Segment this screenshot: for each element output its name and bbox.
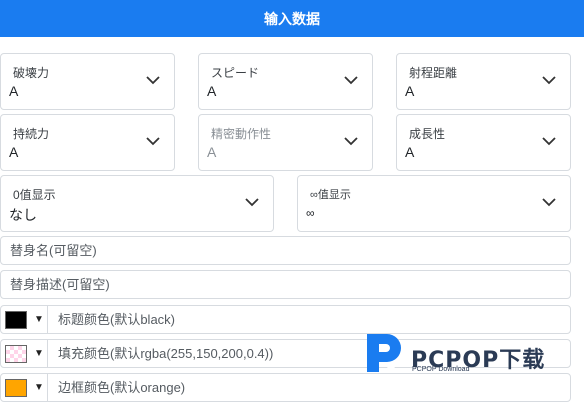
zero-display-select[interactable]: 0值显示 なし [0, 175, 274, 232]
border-color-swatch [5, 378, 27, 397]
title-color-swatch [5, 310, 27, 329]
chevron-down-icon [542, 76, 556, 85]
precision-label: 精密動作性 [211, 127, 272, 141]
infinity-display-label: ∞值显示 [310, 189, 351, 201]
infinity-display-value: ∞ [306, 206, 315, 220]
border-color-field[interactable]: ▼ 边框颜色(默认orange) [0, 373, 571, 402]
destruction-label: 破壊力 [13, 66, 50, 80]
fill-color-label: 填充颜色(默认rgba(255,150,200,0.4)) [58, 346, 274, 361]
destruction-select[interactable]: 破壊力 A [0, 53, 175, 110]
chevron-down-icon [542, 198, 556, 207]
precision-select[interactable]: 精密動作性 A [198, 114, 373, 171]
caret-down-icon: ▼ [34, 314, 44, 325]
stand-description-input[interactable] [0, 270, 571, 299]
zero-display-value: なし [9, 207, 37, 223]
chevron-down-icon [146, 76, 160, 85]
persistence-label: 持続力 [13, 127, 50, 141]
page-header: 输入数据 [0, 0, 584, 37]
chevron-down-icon [344, 137, 358, 146]
fill-color-picker-button[interactable]: ▼ [1, 340, 48, 367]
persistence-select[interactable]: 持続力 A [0, 114, 175, 171]
precision-value: A [207, 144, 217, 160]
range-value: A [405, 83, 415, 99]
chevron-down-icon [344, 76, 358, 85]
pcpop-watermark: PCPOP下载 PCPOP Download [361, 330, 571, 376]
caret-down-icon: ▼ [34, 382, 44, 393]
chevron-down-icon [542, 137, 556, 146]
speed-value: A [207, 83, 217, 99]
chevron-down-icon [146, 137, 160, 146]
growth-value: A [405, 144, 415, 160]
speed-select[interactable]: スピード A [198, 53, 373, 110]
speed-label: スピード [211, 66, 260, 80]
growth-label: 成長性 [409, 127, 446, 141]
chevron-down-icon [245, 198, 259, 207]
border-color-picker-button[interactable]: ▼ [1, 374, 48, 401]
page-title: 输入数据 [264, 10, 320, 27]
range-select[interactable]: 射程距離 A [396, 53, 571, 110]
infinity-display-select[interactable]: ∞值显示 ∞ [297, 175, 571, 232]
fill-color-swatch [5, 344, 27, 363]
zero-display-label: 0值显示 [13, 188, 56, 202]
border-color-label: 边框颜色(默认orange) [58, 380, 186, 395]
destruction-value: A [9, 83, 19, 99]
caret-down-icon: ▼ [34, 348, 44, 359]
stand-name-input[interactable] [0, 236, 571, 265]
title-color-label: 标题颜色(默认black) [58, 312, 176, 327]
title-color-picker-button[interactable]: ▼ [1, 306, 48, 333]
watermark-sub: PCPOP Download [412, 366, 470, 373]
range-label: 射程距離 [409, 66, 458, 80]
pcpop-logo-icon [367, 334, 401, 372]
growth-select[interactable]: 成長性 A [396, 114, 571, 171]
persistence-value: A [9, 144, 19, 160]
